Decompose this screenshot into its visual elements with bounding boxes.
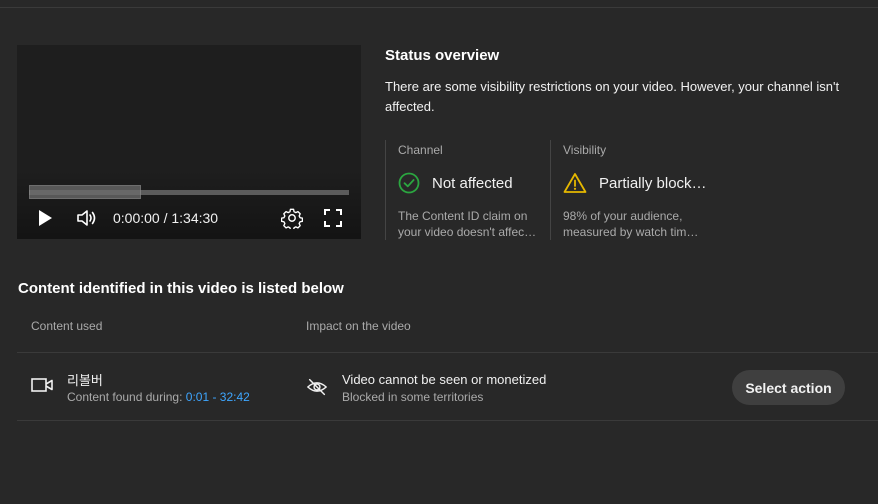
gear-icon (281, 208, 303, 229)
fullscreen-button[interactable] (323, 207, 343, 229)
volume-button[interactable] (75, 207, 99, 229)
select-action-button[interactable]: Select action (732, 370, 845, 405)
play-button[interactable] (35, 207, 55, 229)
impact-main-text: Video cannot be seen or monetized (342, 372, 547, 387)
column-header-impact: Impact on the video (306, 319, 411, 333)
row-divider (17, 420, 878, 421)
channel-status-card: Channel Not affected The Content ID clai… (385, 140, 550, 240)
column-header-content-used: Content used (31, 319, 103, 333)
top-divider (0, 7, 878, 8)
visibility-label: Visibility (563, 143, 607, 157)
volume-icon (77, 210, 96, 226)
content-section-title: Content identified in this video is list… (18, 280, 344, 297)
content-found-range-link[interactable]: 0:01 - 32:42 (186, 390, 250, 404)
fullscreen-icon (324, 209, 342, 227)
time-display: 0:00:00 / 1:34:30 (113, 210, 219, 226)
visibility-status: Partially block… (563, 172, 707, 194)
channel-desc-line-2: your video doesn't affec… (398, 225, 537, 239)
visibility-status-text: Partially block… (599, 174, 707, 192)
check-circle-icon (398, 172, 420, 194)
channel-status-description: The Content ID claim on your video doesn… (398, 208, 543, 240)
warning-icon (563, 173, 587, 193)
settings-button[interactable] (281, 207, 303, 229)
content-name: 리볼버 (67, 373, 103, 388)
video-player[interactable]: 0:00:00 / 1:34:30 (17, 45, 361, 239)
progress-scrubber-preview[interactable] (29, 185, 141, 199)
eye-off-icon (307, 378, 327, 396)
content-found-label: Content found during: (67, 390, 186, 404)
video-camera-icon (31, 378, 53, 392)
content-found-during: Content found during: 0:01 - 32:42 (67, 390, 250, 404)
play-icon (39, 210, 52, 226)
status-description: There are some visibility restrictions o… (385, 79, 840, 114)
channel-desc-line-1: The Content ID claim on (398, 209, 528, 223)
visibility-status-description: 98% of your audience, measured by watch … (563, 208, 708, 240)
channel-status-text: Not affected (432, 174, 513, 192)
player-controls-gradient (17, 169, 361, 239)
visibility-desc-line-1: 98% of your audience, (563, 209, 683, 223)
channel-status: Not affected (398, 172, 513, 194)
impact-indicator (306, 376, 328, 398)
status-overview-title: Status overview (385, 47, 500, 64)
impact-sub-text: Blocked in some territories (342, 390, 484, 404)
content-row (31, 376, 53, 396)
visibility-desc-line-2: measured by watch tim… (563, 225, 699, 239)
channel-label: Channel (398, 143, 443, 157)
row-divider (17, 352, 878, 353)
visibility-status-card: Visibility Partially block… 98% of your … (550, 140, 720, 240)
